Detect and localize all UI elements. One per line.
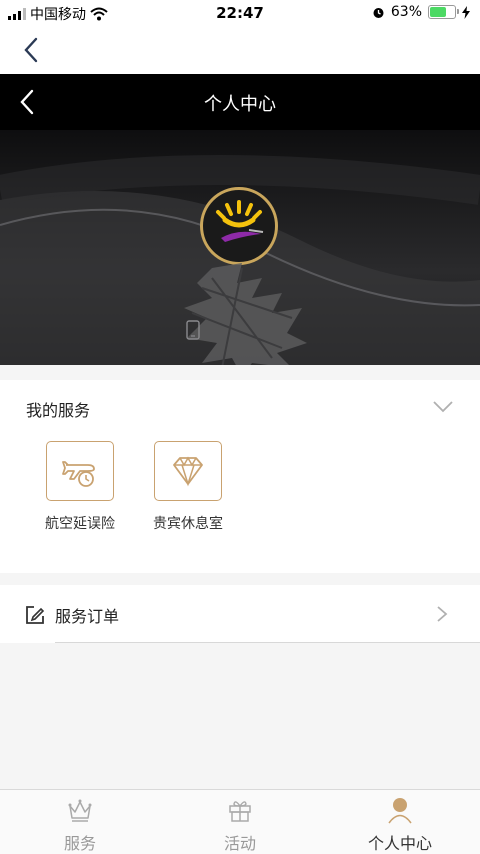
redacted-name-scribble (184, 263, 307, 365)
chevron-right-icon (437, 606, 448, 622)
flight-delay-icon (62, 461, 95, 487)
page-title: 个人中心 (204, 94, 276, 115)
tab-services[interactable]: 服务 (0, 790, 160, 854)
service-orders-row[interactable]: 服务订单 (0, 585, 480, 643)
edit-icon (26, 606, 45, 624)
tab-activities-label: 活动 (223, 834, 256, 853)
sun-logo-icon (216, 200, 264, 242)
outer-back-icon[interactable] (20, 36, 42, 64)
battery-icon (428, 5, 459, 19)
profile-banner (0, 130, 480, 365)
service-vip-lounge[interactable]: 贵宾休息室 (138, 441, 238, 533)
tab-profile[interactable]: 个人中心 (320, 790, 480, 854)
bottom-tab-bar: 服务 活动 个人中心 (0, 789, 480, 854)
avatar[interactable] (200, 187, 278, 265)
alarm-icon (373, 7, 384, 18)
service-flight-delay[interactable]: 航空延误险 (30, 441, 130, 533)
crown-icon (68, 799, 92, 822)
gift-icon (229, 801, 251, 822)
my-services-heading: 我的服务 (26, 401, 91, 420)
user-icon (388, 798, 412, 824)
status-bar: 中国移动 22:47 63% (0, 0, 480, 26)
tab-services-label: 服务 (63, 834, 96, 853)
page-header: 个人中心 (0, 74, 480, 130)
my-services-section: 我的服务 航空延误险 贵宾休息室 (0, 380, 480, 573)
service-orders-label: 服务订单 (55, 607, 120, 626)
phone-icon (186, 320, 200, 340)
outer-nav-bar (0, 26, 480, 74)
vip-lounge-label: 贵宾休息室 (153, 516, 223, 532)
status-right: 63% (372, 4, 470, 20)
tab-profile-label: 个人中心 (367, 834, 432, 853)
tab-activities[interactable]: 活动 (160, 790, 320, 854)
charging-icon (462, 5, 470, 19)
battery-percent: 63% (390, 4, 422, 20)
diamond-icon (173, 456, 203, 487)
vip-lounge-tile[interactable] (154, 441, 222, 501)
divider (55, 642, 480, 643)
flight-delay-tile[interactable] (46, 441, 114, 501)
flight-delay-label: 航空延误险 (45, 516, 115, 532)
chevron-down-icon[interactable] (432, 400, 454, 414)
